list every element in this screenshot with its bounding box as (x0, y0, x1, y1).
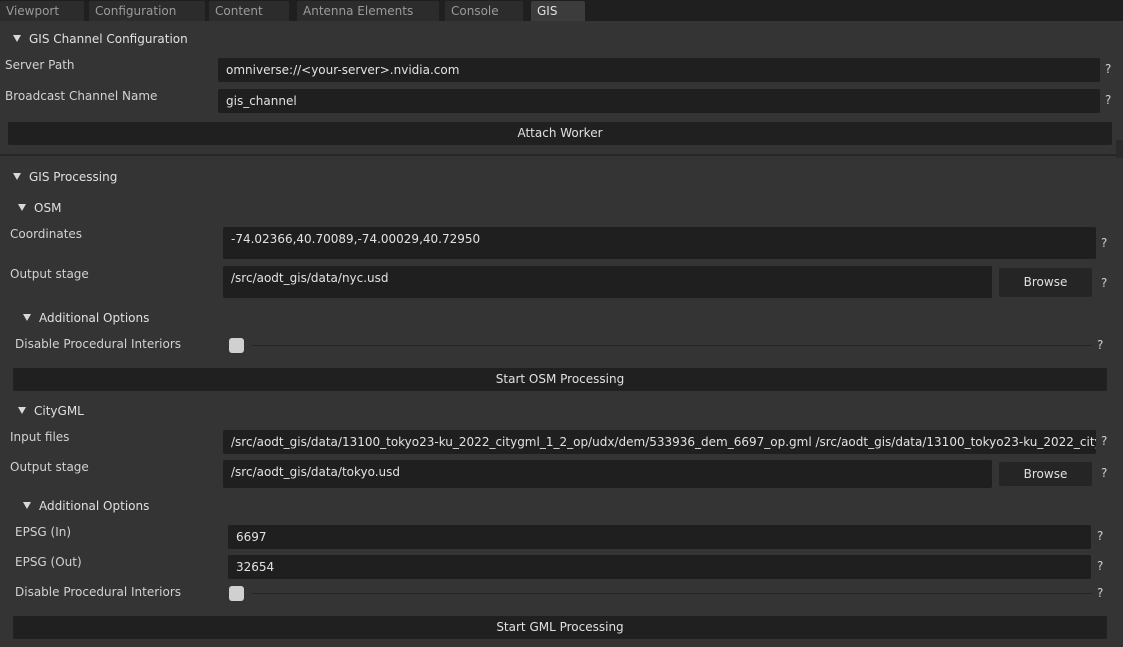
collapse-triangle-icon (18, 204, 26, 211)
start-osm-processing-button[interactable]: Start OSM Processing (13, 368, 1107, 391)
help-icon[interactable]: ? (1101, 466, 1107, 480)
tab-viewport[interactable]: Viewport (0, 1, 84, 21)
checkbox-track (252, 345, 1092, 346)
osm-disable-interiors-label: Disable Procedural Interiors (15, 337, 182, 351)
scrollbar-handle[interactable] (1116, 140, 1123, 158)
citygml-disable-interiors-checkbox[interactable] (229, 586, 244, 601)
tab-antenna-elements[interactable]: Antenna Elements (297, 1, 439, 21)
help-icon[interactable]: ? (1097, 529, 1103, 543)
tab-console[interactable]: Console (445, 1, 523, 21)
collapse-triangle-icon (23, 502, 31, 509)
epsg-out-input[interactable]: 32654 (228, 555, 1091, 579)
citygml-browse-button[interactable]: Browse (999, 462, 1092, 486)
collapse-triangle-icon (13, 173, 21, 180)
tab-bar: Viewport Configuration Content Antenna E… (0, 0, 1123, 21)
help-icon[interactable]: ? (1101, 434, 1107, 448)
help-icon[interactable]: ? (1105, 93, 1111, 107)
citygml-title: CityGML (34, 404, 84, 418)
input-files-label: Input files (10, 430, 70, 444)
start-gml-processing-button[interactable]: Start GML Processing (13, 616, 1107, 639)
gis-channel-header[interactable]: GIS Channel Configuration (13, 32, 188, 46)
help-icon[interactable]: ? (1101, 236, 1107, 250)
attach-worker-button[interactable]: Attach Worker (8, 122, 1112, 145)
citygml-header[interactable]: CityGML (18, 404, 84, 418)
citygml-output-stage-label: Output stage (10, 460, 89, 474)
osm-additional-options-header[interactable]: Additional Options (23, 311, 149, 325)
citygml-disable-interiors-label: Disable Procedural Interiors (15, 585, 182, 599)
osm-output-stage-label: Output stage (10, 267, 89, 281)
help-icon[interactable]: ? (1097, 338, 1103, 352)
osm-disable-interiors-checkbox[interactable] (229, 338, 244, 353)
epsg-out-label: EPSG (Out) (15, 555, 82, 569)
citygml-additional-options-title: Additional Options (39, 499, 150, 513)
coordinates-label: Coordinates (10, 227, 83, 241)
checkbox-track (252, 593, 1092, 594)
gis-processing-header[interactable]: GIS Processing (13, 170, 117, 184)
osm-browse-button[interactable]: Browse (999, 268, 1092, 297)
help-icon[interactable]: ? (1097, 586, 1103, 600)
osm-output-stage-input[interactable]: /src/aodt_gis/data/nyc.usd (223, 266, 992, 298)
broadcast-channel-input[interactable]: gis_channel (218, 89, 1100, 113)
help-icon[interactable]: ? (1097, 559, 1103, 573)
osm-header[interactable]: OSM (18, 201, 61, 215)
section-divider (0, 154, 1123, 156)
help-icon[interactable]: ? (1105, 62, 1111, 76)
epsg-in-input[interactable]: 6697 (228, 525, 1091, 549)
coordinates-input[interactable]: -74.02366,40.70089,-74.00029,40.72950 (223, 227, 1096, 259)
citygml-output-stage-input[interactable]: /src/aodt_gis/data/tokyo.usd (223, 460, 992, 488)
gis-processing-title: GIS Processing (29, 170, 118, 184)
input-files-input[interactable]: /src/aodt_gis/data/13100_tokyo23-ku_2022… (223, 430, 1096, 454)
collapse-triangle-icon (13, 35, 21, 42)
osm-title: OSM (34, 201, 62, 215)
server-path-input[interactable]: omniverse://<your-server>.nvidia.com (218, 58, 1100, 82)
collapse-triangle-icon (23, 314, 31, 321)
tab-configuration[interactable]: Configuration (89, 1, 205, 21)
tab-gis[interactable]: GIS (531, 1, 585, 21)
osm-additional-options-title: Additional Options (39, 311, 150, 325)
collapse-triangle-icon (18, 407, 26, 414)
gis-channel-title: GIS Channel Configuration (29, 32, 188, 46)
epsg-in-label: EPSG (In) (15, 525, 72, 539)
help-icon[interactable]: ? (1101, 276, 1107, 290)
citygml-additional-options-header[interactable]: Additional Options (23, 499, 149, 513)
server-path-label: Server Path (5, 58, 75, 72)
broadcast-channel-label: Broadcast Channel Name (5, 89, 158, 103)
tab-content[interactable]: Content (209, 1, 289, 21)
